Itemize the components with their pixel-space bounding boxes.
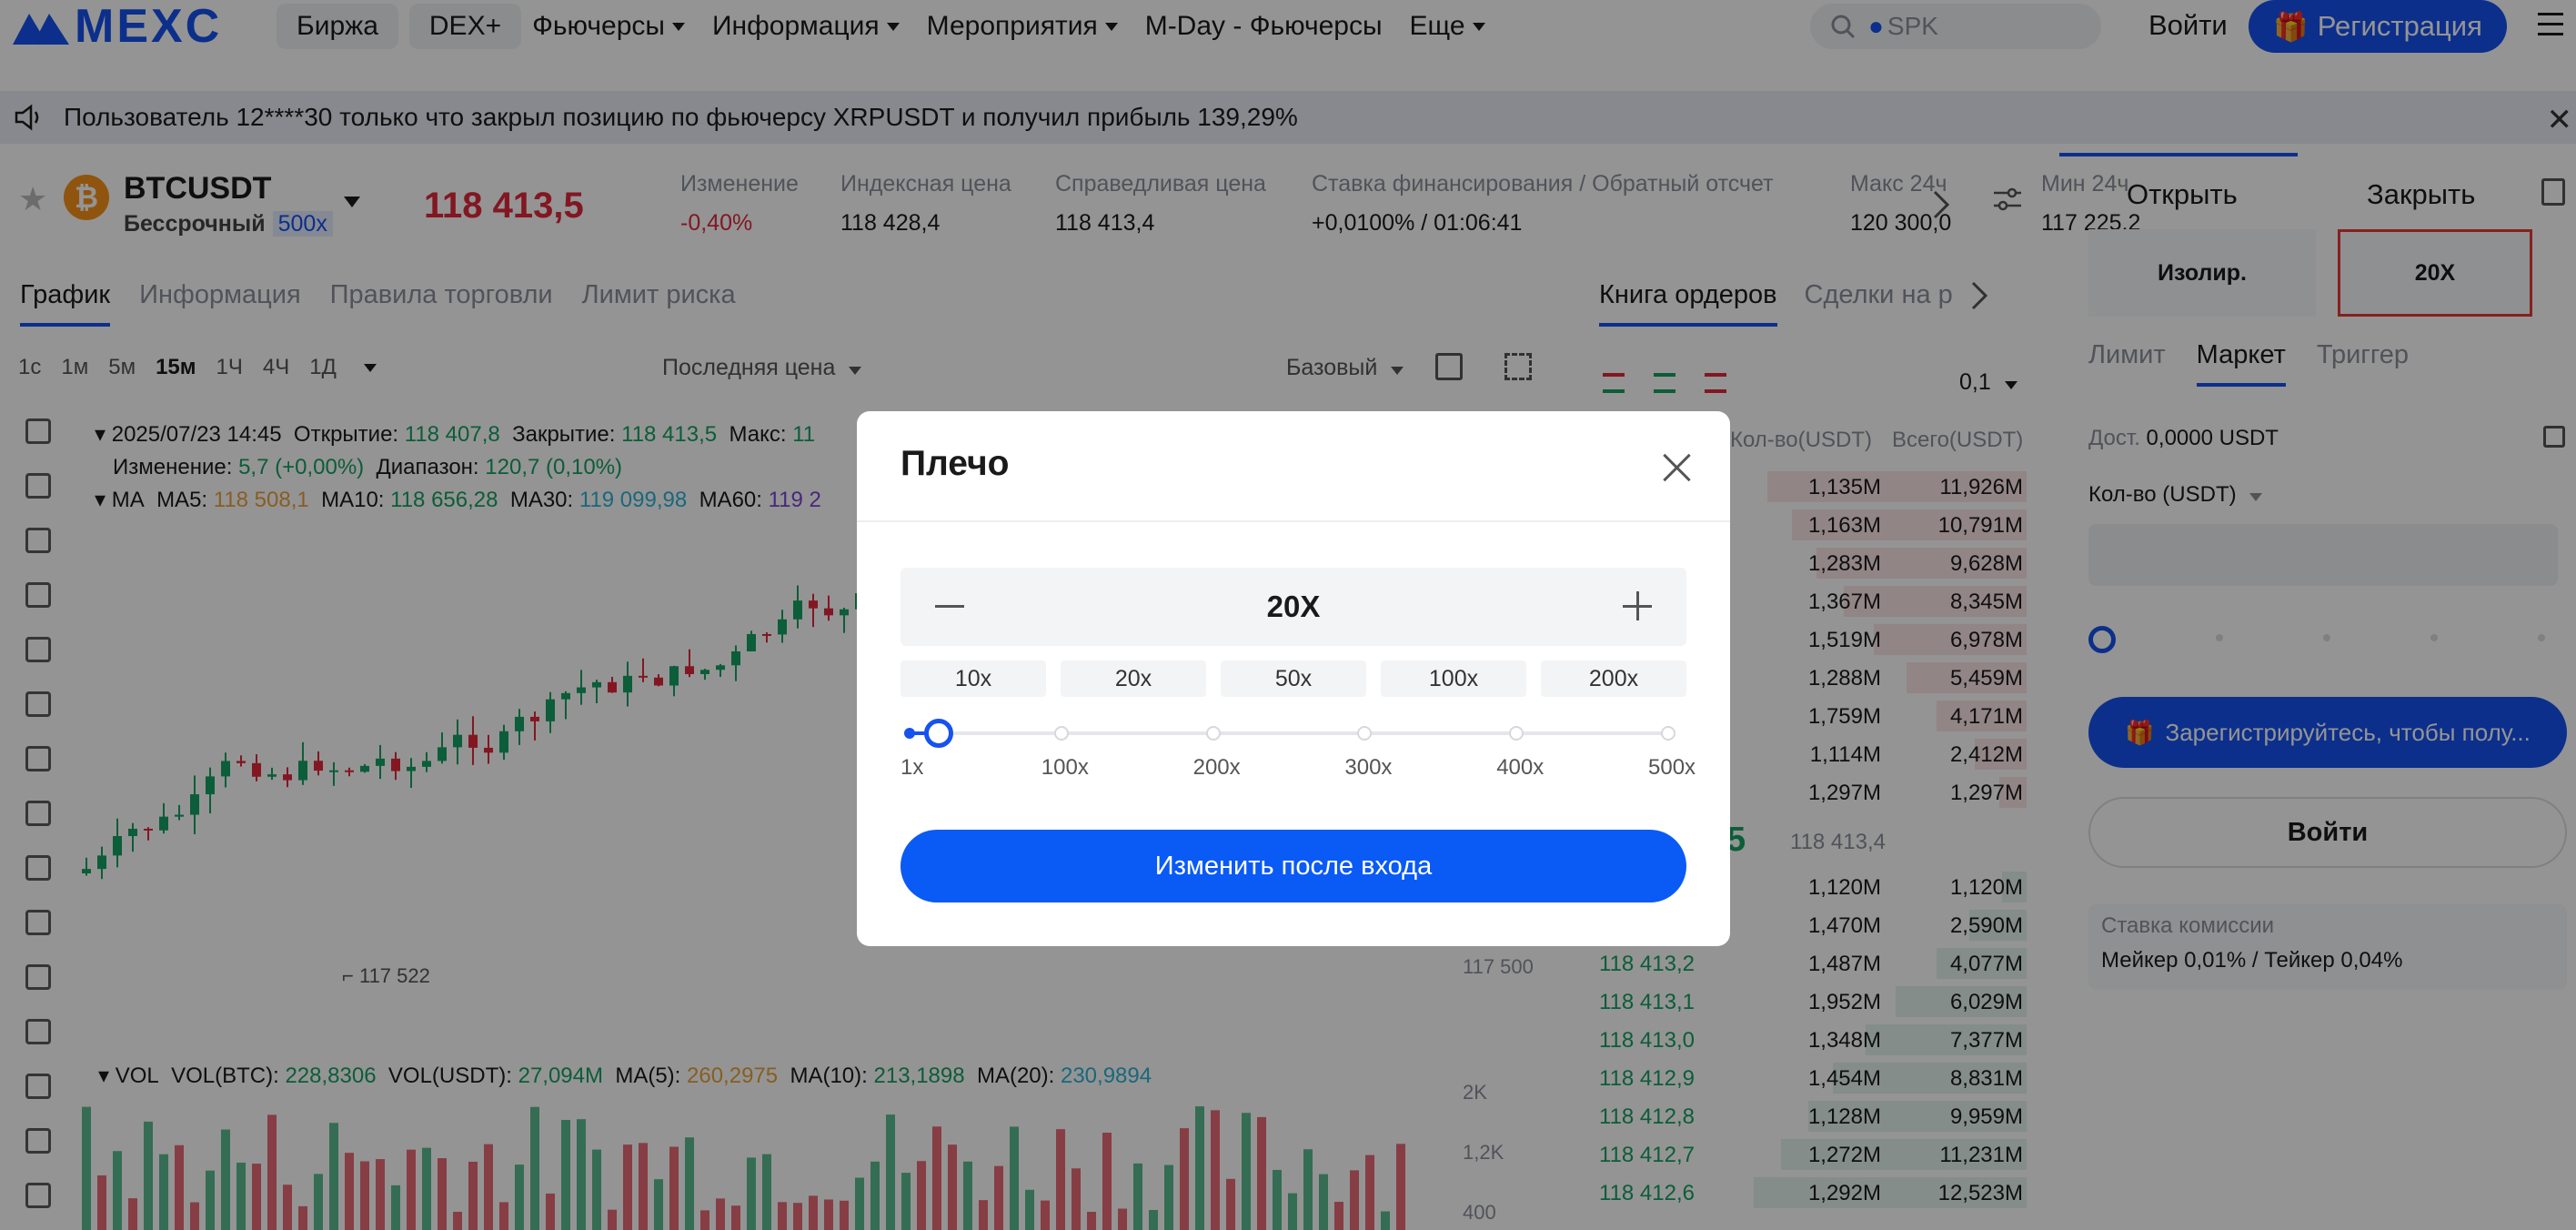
change-after-login-button[interactable]: Изменить после входа — [901, 830, 1686, 902]
slider-tick — [904, 728, 915, 739]
slider-tick — [1205, 726, 1221, 741]
slider-label: 1x — [901, 755, 924, 780]
leverage-value[interactable]: 20X — [901, 590, 1686, 624]
slider-tick — [1357, 726, 1373, 741]
slider-label: 100x — [1041, 755, 1089, 780]
slider-knob[interactable] — [923, 719, 953, 748]
plus-icon[interactable] — [1623, 591, 1652, 620]
slider-track — [910, 731, 1668, 735]
leverage-preset-2[interactable]: 50x — [1221, 660, 1366, 697]
leverage-preset-1[interactable]: 20x — [1061, 660, 1206, 697]
slider-label: 400x — [1496, 755, 1545, 780]
slider-tick — [1661, 726, 1675, 741]
leverage-preset-0[interactable]: 10x — [901, 660, 1046, 697]
change-after-login-label: Изменить после входа — [1154, 851, 1433, 881]
leverage-slider-labels: 1x 100x 200x 300x 400x 500x — [901, 755, 1701, 782]
slider-label: 300x — [1344, 755, 1393, 780]
leverage-preset-4[interactable]: 200x — [1541, 660, 1686, 697]
modal-divider — [857, 520, 1730, 522]
slider-label: 200x — [1192, 755, 1241, 780]
slider-label: 500x — [1648, 755, 1696, 780]
leverage-slider[interactable] — [901, 719, 1675, 748]
modal-title: Плечо — [901, 444, 1010, 483]
leverage-preset-3[interactable]: 100x — [1381, 660, 1526, 697]
slider-tick — [1509, 726, 1524, 741]
leverage-modal: Плечо 20X 10x 20x 50x 100x 200x 1x 100x 200x 30… — [857, 411, 1730, 946]
slider-tick — [1053, 726, 1069, 741]
leverage-stepper: 20X — [901, 568, 1686, 646]
close-icon[interactable] — [1661, 451, 1694, 484]
leverage-presets: 10x 20x 50x 100x 200x — [901, 660, 1686, 697]
